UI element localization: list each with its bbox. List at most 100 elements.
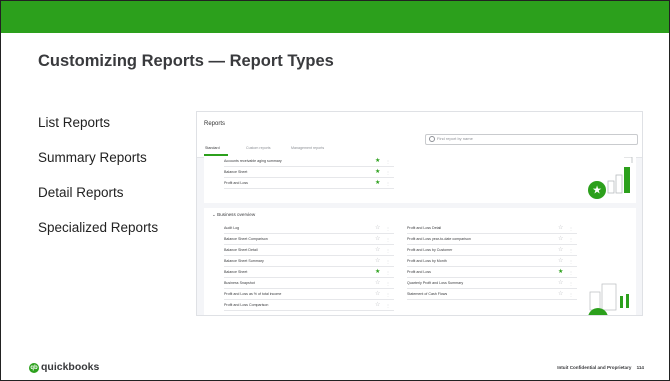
more-icon[interactable]: ⋮	[569, 290, 573, 299]
star-outline-icon[interactable]: ☆	[375, 224, 380, 233]
report-row[interactable]: Balance Sheet Detail ☆ ⋮	[224, 246, 394, 256]
report-row[interactable]: Business Snapshot ☆ ⋮	[224, 279, 394, 289]
more-icon[interactable]: ⋮	[569, 279, 573, 288]
report-name: Profit and Loss Comparison	[224, 303, 269, 307]
report-row[interactable]: Balance Sheet Summary ☆ ⋮	[224, 257, 394, 267]
more-icon[interactable]: ⋮	[386, 157, 390, 166]
report-name: Profit and Loss	[407, 270, 431, 274]
bullet-summary-reports: Summary Reports	[38, 150, 147, 165]
more-icon[interactable]: ⋮	[386, 279, 390, 288]
star-icon[interactable]: ★	[375, 157, 380, 166]
quickbooks-logo-icon: qb	[29, 363, 39, 373]
star-outline-icon[interactable]: ☆	[375, 235, 380, 244]
section-business-overview[interactable]: ⌄ Business overview	[212, 212, 255, 218]
bullet-detail-reports: Detail Reports	[38, 185, 124, 200]
report-row[interactable]: Statement of Cash Flows ☆ ⋮	[407, 290, 577, 300]
favorite-row[interactable]: Profit and Loss ★ ⋮	[224, 179, 394, 189]
chevron-down-icon: ⌄	[212, 212, 216, 217]
logo-text: quickbooks	[41, 361, 100, 373]
star-icon[interactable]: ★	[375, 268, 380, 277]
slide-title: Customizing Reports — Report Types	[38, 52, 334, 70]
star-outline-icon[interactable]: ☆	[375, 279, 380, 288]
more-icon[interactable]: ⋮	[569, 257, 573, 266]
star-outline-icon[interactable]: ☆	[558, 235, 563, 244]
report-row[interactable]: Profit and Loss ★ ⋮	[407, 268, 577, 278]
more-icon[interactable]: ⋮	[386, 179, 390, 188]
footer: Intuit Confidential and Proprietary 114	[557, 365, 644, 370]
bullet-specialized-reports: Specialized Reports	[38, 220, 159, 235]
report-row[interactable]: Profit and Loss Detail ☆ ⋮	[407, 224, 577, 234]
favorite-row[interactable]: Accounts receivable aging summary ★ ⋮	[224, 157, 394, 167]
more-icon[interactable]: ⋮	[569, 246, 573, 255]
report-name: Profit and Loss by Month	[407, 259, 447, 263]
search-input[interactable]: Find report by name	[425, 134, 638, 145]
report-name: Quarterly Profit and Loss Summary	[407, 281, 464, 285]
report-name: Balance Sheet	[224, 270, 248, 274]
report-row[interactable]: Balance Sheet ★ ⋮	[224, 268, 394, 278]
active-tab-indicator	[204, 154, 228, 156]
reports-title: Reports	[204, 121, 226, 127]
report-row[interactable]: Profit and Loss by Customer ☆ ⋮	[407, 246, 577, 256]
star-outline-icon[interactable]: ☆	[375, 301, 380, 310]
report-row[interactable]: Profit and Loss by Month ☆ ⋮	[407, 257, 577, 267]
favorites-panel: Accounts receivable aging summary ★ ⋮ Ba…	[204, 157, 636, 203]
footer-text: Intuit Confidential and Proprietary	[557, 365, 632, 370]
more-icon[interactable]: ⋮	[386, 290, 390, 299]
report-name: Profit and Loss	[224, 181, 248, 185]
report-name: Statement of Cash Flows	[407, 292, 448, 296]
report-name: Profit and Loss as % of total income	[224, 292, 282, 296]
tab-management-reports[interactable]: Management reports	[291, 146, 324, 150]
star-outline-icon[interactable]: ☆	[558, 279, 563, 288]
search-placeholder: Find report by name	[437, 136, 473, 141]
tab-standard[interactable]: Standard	[205, 146, 220, 150]
more-icon[interactable]: ⋮	[386, 246, 390, 255]
report-types-list: List Reports Summary Reports Detail Repo…	[38, 114, 158, 254]
more-icon[interactable]: ⋮	[386, 235, 390, 244]
business-overview-panel: ⌄ Business overview Audit Log ☆ ⋮ Balanc…	[204, 208, 636, 315]
page-number: 114	[636, 365, 644, 370]
star-outline-icon[interactable]: ☆	[558, 224, 563, 233]
business-overview-illustration-icon	[588, 283, 629, 315]
star-outline-icon[interactable]: ☆	[375, 290, 380, 299]
star-outline-icon[interactable]: ☆	[558, 290, 563, 299]
report-row[interactable]: Audit Log ☆ ⋮	[224, 224, 394, 234]
star-outline-icon[interactable]: ☆	[375, 246, 380, 255]
report-row[interactable]: Profit and Loss year-to-date comparison …	[407, 235, 577, 245]
favorite-row[interactable]: Balance Sheet ★ ⋮	[224, 168, 394, 178]
more-icon[interactable]: ⋮	[386, 257, 390, 266]
search-icon	[429, 136, 435, 142]
star-icon[interactable]: ★	[558, 268, 563, 277]
report-name: Audit Log	[224, 226, 240, 230]
report-row[interactable]: Balance Sheet Comparison ☆ ⋮	[224, 235, 394, 245]
bullet-list-reports: List Reports	[38, 115, 111, 130]
top-accent-bar	[1, 1, 669, 33]
report-name: Profit and Loss Detail	[407, 226, 442, 230]
report-name: Balance Sheet	[224, 170, 248, 174]
report-name: Balance Sheet Comparison	[224, 237, 268, 241]
slide: Customizing Reports — Report Types List …	[0, 0, 670, 381]
more-icon[interactable]: ⋮	[386, 301, 390, 310]
more-icon[interactable]: ⋮	[569, 268, 573, 277]
star-icon[interactable]: ★	[375, 179, 380, 188]
star-outline-icon[interactable]: ☆	[558, 246, 563, 255]
tab-custom-reports[interactable]: Custom reports	[246, 146, 271, 150]
report-row[interactable]: Profit and Loss Comparison ☆ ⋮	[224, 301, 394, 311]
star-outline-icon[interactable]: ☆	[558, 257, 563, 266]
report-name: Profit and Loss by Customer	[407, 248, 453, 252]
star-outline-icon[interactable]: ☆	[375, 257, 380, 266]
more-icon[interactable]: ⋮	[569, 224, 573, 233]
more-icon[interactable]: ⋮	[386, 268, 390, 277]
report-name: Balance Sheet Summary	[224, 259, 264, 263]
more-icon[interactable]: ⋮	[386, 168, 390, 177]
report-row[interactable]: Quarterly Profit and Loss Summary ☆ ⋮	[407, 279, 577, 289]
more-icon[interactable]: ⋮	[386, 224, 390, 233]
report-name: Profit and Loss year-to-date comparison	[407, 237, 471, 241]
report-name: Accounts receivable aging summary	[224, 159, 282, 163]
star-icon[interactable]: ★	[375, 168, 380, 177]
more-icon[interactable]: ⋮	[569, 235, 573, 244]
reports-header: Reports Find report by name Standard Cus…	[197, 112, 642, 158]
favorites-illustration-icon: ★	[588, 157, 633, 199]
report-row[interactable]: Profit and Loss as % of total income ☆ ⋮	[224, 290, 394, 300]
svg-text:★: ★	[592, 184, 602, 197]
report-name: Balance Sheet Detail	[224, 248, 258, 252]
